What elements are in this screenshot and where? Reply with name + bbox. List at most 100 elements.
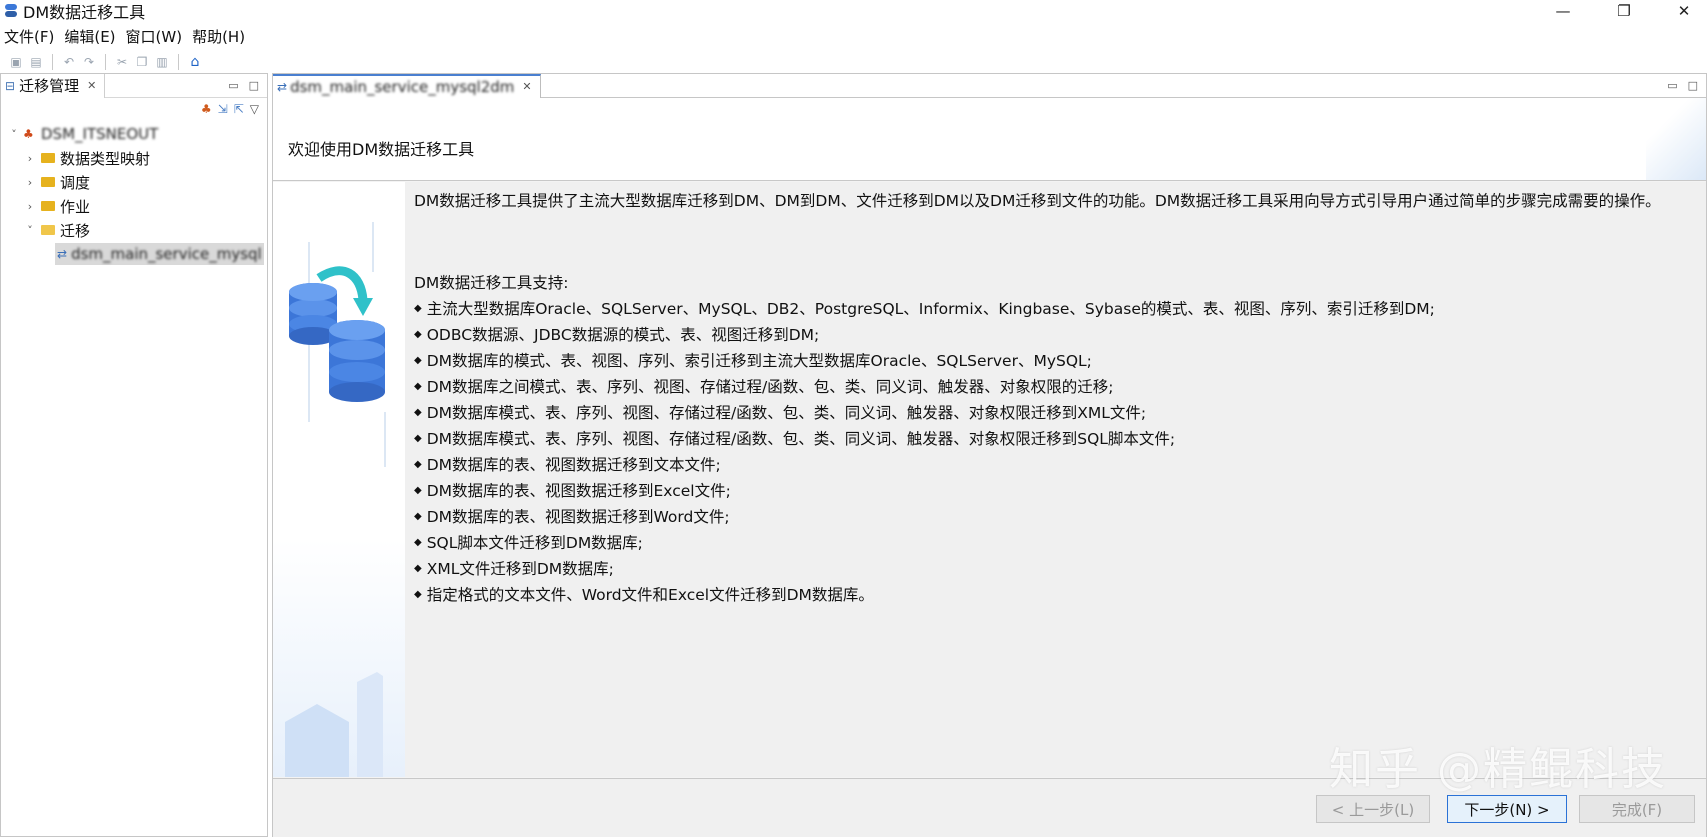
panel-actions: ♣ ⇲ ⇱ ▽ <box>1 98 267 120</box>
tree-item-schedule[interactable]: › 调度 <box>1 170 267 194</box>
tree-item-migration[interactable]: ˅ 迁移 <box>1 218 267 242</box>
expand-arrow-icon[interactable]: › <box>23 200 37 213</box>
menu-edit[interactable]: 编辑(E) <box>60 26 121 47</box>
feature-item: ◆ 指定格式的文本文件、Word文件和Excel文件迁移到DM数据库。 <box>414 582 874 608</box>
minimize-view-icon[interactable]: ▭ <box>228 79 238 92</box>
menu-bar: 文件(F) 编辑(E) 窗口(W) 帮助(H) <box>0 24 1707 48</box>
title-bar: DM数据迁移工具 — ❐ ✕ <box>0 0 1707 22</box>
bullet-icon: ◆ <box>414 537 422 548</box>
back-button[interactable]: < 上一步(L) <box>1316 795 1430 823</box>
feature-item: ◆ DM数据库的表、视图数据迁移到Excel文件; <box>414 478 731 504</box>
toolbar-divider <box>105 54 106 70</box>
collapse-arrow-icon[interactable]: ˅ <box>23 224 37 237</box>
expand-arrow-icon[interactable]: › <box>23 152 37 165</box>
import-icon[interactable]: ⇲ <box>218 102 228 116</box>
collapse-arrow-icon[interactable]: ˅ <box>7 128 21 141</box>
header-decoration <box>1646 98 1706 180</box>
tree-item-label: dsm_main_service_mysql <box>71 245 262 263</box>
folder-icon <box>41 153 55 163</box>
panel-window-controls: ▭ □ <box>228 79 267 92</box>
maximize-view-icon[interactable]: □ <box>249 79 259 92</box>
wizard-editor: ⇄ dsm_main_service_mysql2dm ✕ ▭ □ 欢迎使用DM… <box>272 73 1707 837</box>
tree-item-label: 迁移 <box>60 221 91 240</box>
tab-close-icon[interactable]: ✕ <box>522 80 531 93</box>
tree-item-label: 数据类型映射 <box>60 149 151 168</box>
bullet-icon: ◆ <box>414 355 422 366</box>
undo-icon[interactable]: ↶ <box>61 54 77 70</box>
toolbar-divider <box>178 54 179 70</box>
intro-text: DM数据迁移工具提供了主流大型数据库迁移到DM、DM到DM、文件迁移到DM以及D… <box>414 192 1661 210</box>
feature-item: ◆ DM数据库的表、视图数据迁移到Word文件; <box>414 504 730 530</box>
window-title: DM数据迁移工具 <box>23 3 146 22</box>
toolbar-divider <box>52 54 53 70</box>
cut-icon[interactable]: ✂ <box>114 54 130 70</box>
tree-root[interactable]: ˅ ♣ DSM_ITSNEOUT <box>1 122 267 146</box>
bullet-icon: ◆ <box>414 303 422 314</box>
feature-item: ◆ DM数据库之间模式、表、序列、视图、存储过程/函数、包、类、同义词、触发器、对… <box>414 374 1113 400</box>
editor-tab-bar: ⇄ dsm_main_service_mysql2dm ✕ ▭ □ <box>273 73 1706 98</box>
feature-text: SQL脚本文件迁移到DM数据库; <box>426 534 643 552</box>
wizard-header: 欢迎使用DM数据迁移工具 <box>273 98 1706 181</box>
next-button[interactable]: 下一步(N) > <box>1447 795 1567 823</box>
tree-item-migration-task[interactable]: ⇄ dsm_main_service_mysql <box>1 242 267 266</box>
bullet-icon: ◆ <box>414 589 422 600</box>
minimize-button[interactable]: — <box>1543 0 1583 22</box>
menu-file[interactable]: 文件(F) <box>0 26 60 47</box>
bullet-icon: ◆ <box>414 407 422 418</box>
wizard-title: 欢迎使用DM数据迁移工具 <box>288 140 475 159</box>
paste-icon[interactable]: ▥ <box>154 54 170 70</box>
editor-window-controls: ▭ □ <box>1667 79 1706 92</box>
folder-icon <box>41 201 55 211</box>
tab-close-icon[interactable]: ✕ <box>87 79 96 92</box>
close-button[interactable]: ✕ <box>1664 0 1704 22</box>
tab-migration-wizard[interactable]: ⇄ dsm_main_service_mysql2dm ✕ <box>273 73 541 98</box>
save-icon[interactable]: ▣ <box>8 54 24 70</box>
support-heading: DM数据迁移工具支持: <box>414 274 569 292</box>
restore-button[interactable]: ❐ <box>1604 0 1644 22</box>
folder-icon <box>41 177 55 187</box>
menu-window[interactable]: 窗口(W) <box>122 26 189 47</box>
bullet-icon: ◆ <box>414 511 422 522</box>
bullet-icon: ◆ <box>414 381 422 392</box>
new-project-icon[interactable]: ♣ <box>201 102 212 116</box>
restore-icon: ❐ <box>1617 2 1631 20</box>
redo-icon[interactable]: ↷ <box>81 54 97 70</box>
home-icon[interactable]: ⌂ <box>187 54 203 70</box>
toolbar: ▣ ▤ ↶ ↷ ✂ ❐ ▥ ⌂ <box>0 50 1707 74</box>
feature-text: DM数据库模式、表、序列、视图、存储过程/函数、包、类、同义词、触发器、对象权限… <box>426 430 1176 448</box>
feature-text: DM数据库之间模式、表、序列、视图、存储过程/函数、包、类、同义词、触发器、对象… <box>426 378 1114 396</box>
tree-item-label: 作业 <box>60 197 91 216</box>
view-menu-icon[interactable]: ▽ <box>250 102 259 116</box>
feature-text: XML文件迁移到DM数据库; <box>426 560 614 578</box>
feature-text: 指定格式的文本文件、Word文件和Excel文件迁移到DM数据库。 <box>426 586 874 604</box>
minimize-view-icon[interactable]: ▭ <box>1667 79 1677 92</box>
finish-button[interactable]: 完成(F) <box>1579 795 1695 823</box>
export-icon[interactable]: ⇱ <box>234 102 244 116</box>
close-icon: ✕ <box>1677 2 1691 20</box>
feature-item: ◆ DM数据库的表、视图数据迁移到文本文件; <box>414 452 721 478</box>
feature-text: 主流大型数据库Oracle、SQLServer、MySQL、DB2、Postgr… <box>426 300 1435 318</box>
menu-help[interactable]: 帮助(H) <box>188 26 251 47</box>
save-all-icon[interactable]: ▤ <box>28 54 44 70</box>
maximize-view-icon[interactable]: □ <box>1688 79 1698 92</box>
feature-text: DM数据库的模式、表、视图、序列、索引迁移到主流大型数据库Oracle、SQLS… <box>426 352 1092 370</box>
tab-migration-management[interactable]: ⊟ 迁移管理 ✕ <box>1 73 106 98</box>
bullet-icon: ◆ <box>414 329 422 340</box>
expand-arrow-icon[interactable]: › <box>23 176 37 189</box>
bullet-icon: ◆ <box>414 433 422 444</box>
copy-icon[interactable]: ❐ <box>134 54 150 70</box>
tree-item-data-type-mapping[interactable]: › 数据类型映射 <box>1 146 267 170</box>
feature-item: ◆ DM数据库模式、表、序列、视图、存储过程/函数、包、类、同义词、触发器、对象权… <box>414 400 1146 426</box>
tree-item-label: 调度 <box>60 173 91 192</box>
tab-label: 迁移管理 <box>19 77 80 95</box>
tree-root-label: DSM_ITSNEOUT <box>41 125 159 143</box>
selected-item-highlight: ⇄ dsm_main_service_mysql <box>55 243 264 265</box>
panel-tab-bar: ⊟ 迁移管理 ✕ ▭ □ <box>1 73 267 98</box>
migration-task-icon: ⇄ <box>57 247 68 261</box>
open-folder-icon <box>41 225 55 235</box>
feature-item: ◆ DM数据库模式、表、序列、视图、存储过程/函数、包、类、同义词、触发器、对象权… <box>414 426 1175 452</box>
migration-tree: ˅ ♣ DSM_ITSNEOUT › 数据类型映射 › 调度 › 作业 ˅ 迁移… <box>1 120 267 266</box>
feature-text: DM数据库的表、视图数据迁移到Word文件; <box>426 508 730 526</box>
tree-item-jobs[interactable]: › 作业 <box>1 194 267 218</box>
feature-item: ◆ SQL脚本文件迁移到DM数据库; <box>414 530 643 556</box>
